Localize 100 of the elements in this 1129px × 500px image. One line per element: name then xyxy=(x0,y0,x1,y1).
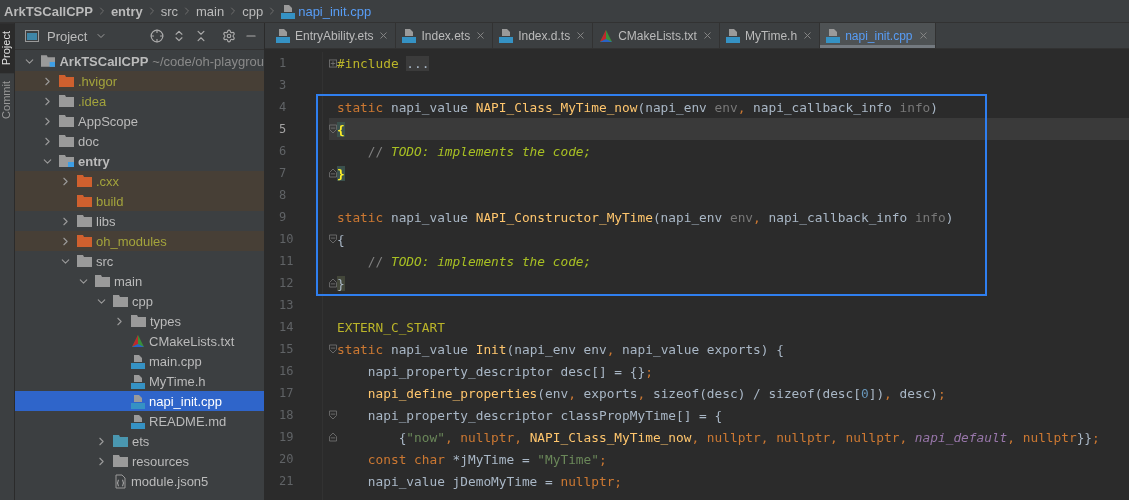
code-line: const char *jMyTime = "MyTime"; xyxy=(366,451,607,467)
breadcrumb[interactable]: entry xyxy=(110,3,143,19)
tree-item-label: .cxx xyxy=(96,173,120,189)
close-icon[interactable] xyxy=(378,30,390,41)
tree-item[interactable]: types xyxy=(15,311,264,331)
tree-item[interactable]: ArkTSCallCPP ~/code/oh-playgrou xyxy=(15,51,264,71)
file-icon xyxy=(826,28,841,43)
tree-item-label: napi_init.cpp xyxy=(149,393,222,409)
tree-item[interactable]: resources xyxy=(15,451,264,471)
file-icon xyxy=(131,393,145,409)
settings-icon[interactable] xyxy=(222,29,236,43)
close-icon[interactable] xyxy=(701,30,713,41)
folder-icon xyxy=(77,255,92,267)
breadcrumb[interactable]: ArkTSCallCPP xyxy=(4,3,93,19)
tree-item[interactable]: .hvigor xyxy=(15,71,264,91)
tree-item-label: src xyxy=(96,253,114,269)
json-file-icon xyxy=(113,473,127,489)
folder-icon xyxy=(59,155,74,167)
line-number: 14 xyxy=(278,319,295,336)
tree-item-label: cpp xyxy=(132,293,153,309)
fold-end-icon[interactable] xyxy=(329,168,337,178)
file-icon xyxy=(131,373,145,389)
close-icon[interactable] xyxy=(575,30,587,41)
line-number: 10 xyxy=(278,231,295,248)
tree-item-label: .hvigor xyxy=(78,73,118,89)
tree-item[interactable]: ets xyxy=(15,431,264,451)
tree-item-label: AppScope xyxy=(78,113,138,129)
fold-icon[interactable] xyxy=(329,344,337,354)
tree-item[interactable]: libs xyxy=(15,211,264,231)
line-number: 6 xyxy=(278,143,288,160)
tree-item-label: libs xyxy=(96,213,116,229)
line-number: 21 xyxy=(278,473,295,490)
cpp-file-icon xyxy=(281,3,296,19)
line-number: 19 xyxy=(278,429,295,446)
tool-window-tab[interactable]: Project xyxy=(0,23,14,74)
tree-item[interactable]: MyTime.h xyxy=(15,371,264,391)
folder-icon xyxy=(95,275,110,287)
editor-tab[interactable]: EntryAbility.ets xyxy=(270,23,397,48)
tree-item[interactable]: CMakeLists.txt xyxy=(15,331,264,351)
breadcrumb[interactable]: napi_init.cpp xyxy=(298,3,372,19)
line-number: 20 xyxy=(278,451,295,468)
editor-tab[interactable]: napi_init.cpp xyxy=(820,23,936,48)
tree-item[interactable]: module.json5 xyxy=(15,471,264,491)
line-number: 7 xyxy=(278,165,288,182)
triangle-icon xyxy=(599,28,614,43)
tree-item[interactable]: entry xyxy=(15,151,264,171)
tree-item-label: oh_modules xyxy=(96,233,167,249)
line-number: 18 xyxy=(278,407,295,424)
code-line: #include ... xyxy=(337,55,430,71)
breadcrumb[interactable]: cpp xyxy=(242,3,264,19)
tree-item[interactable]: .cxx xyxy=(15,171,264,191)
tool-window-tab[interactable]: Commit xyxy=(0,73,14,128)
tree-item[interactable]: AppScope xyxy=(15,111,264,131)
tree-item[interactable]: main.cpp xyxy=(15,351,264,371)
folder-icon xyxy=(77,195,92,207)
folder-icon xyxy=(59,75,74,87)
tree-item[interactable]: .idea xyxy=(15,91,264,111)
tree-item-label: module.json5 xyxy=(131,473,209,489)
fold-icon[interactable] xyxy=(329,234,337,244)
editor-tab[interactable]: CMakeLists.txt xyxy=(593,23,720,48)
line-number: 4 xyxy=(278,99,288,116)
editor-tab[interactable]: Index.d.ts xyxy=(493,23,594,48)
tree-item[interactable]: cpp xyxy=(15,291,264,311)
close-icon[interactable] xyxy=(802,30,814,41)
panel-title[interactable]: Project xyxy=(47,28,88,44)
tree-item-label: ets xyxy=(132,433,150,449)
file-icon xyxy=(725,28,740,43)
line-number: 1 xyxy=(278,55,288,72)
tree-item[interactable]: main xyxy=(15,271,264,291)
crosshair-icon[interactable] xyxy=(150,29,164,43)
fold-icon[interactable] xyxy=(329,410,337,420)
close-icon[interactable] xyxy=(475,30,487,41)
file-icon xyxy=(131,413,145,429)
folder-icon xyxy=(41,55,56,67)
editor-tab[interactable]: Index.ets xyxy=(396,23,494,48)
file-icon xyxy=(131,353,145,369)
code-line: static napi_value Init(napi_env env, napi_value exports) { xyxy=(337,341,784,357)
code-line: static napi_value NAPI_Class_MyTime_now(napi_env env, napi_callback_info info) xyxy=(337,99,938,115)
project-path: ~/code/oh-playgrou xyxy=(152,53,264,69)
line-number: 5 xyxy=(278,121,288,138)
code-line: // TODO: implements the code; xyxy=(366,253,592,269)
tree-item[interactable]: build xyxy=(15,191,264,211)
expand-fold-icon[interactable] xyxy=(329,58,337,68)
tree-item[interactable]: src xyxy=(15,251,264,271)
tree-item-label: CMakeLists.txt xyxy=(149,333,235,349)
breadcrumb[interactable]: main xyxy=(196,3,225,19)
collapse-all-icon[interactable] xyxy=(194,29,208,43)
tree-item[interactable]: doc xyxy=(15,131,264,151)
tree-item-label: main.cpp xyxy=(149,353,202,369)
code-line: napi_property_descriptor classPropMyTime[] = { xyxy=(366,407,723,423)
breadcrumb[interactable]: src xyxy=(160,3,178,19)
fold-icon[interactable] xyxy=(329,124,337,134)
tree-item[interactable]: napi_init.cpp xyxy=(15,391,264,411)
tree-item-label: main xyxy=(114,273,143,289)
fold-end-icon[interactable] xyxy=(329,432,337,442)
window-icon xyxy=(25,30,39,42)
tree-item[interactable]: oh_modules xyxy=(15,231,264,251)
close-icon[interactable] xyxy=(917,30,929,41)
fold-end-icon[interactable] xyxy=(329,278,337,288)
tree-item[interactable]: README.md xyxy=(15,411,264,431)
